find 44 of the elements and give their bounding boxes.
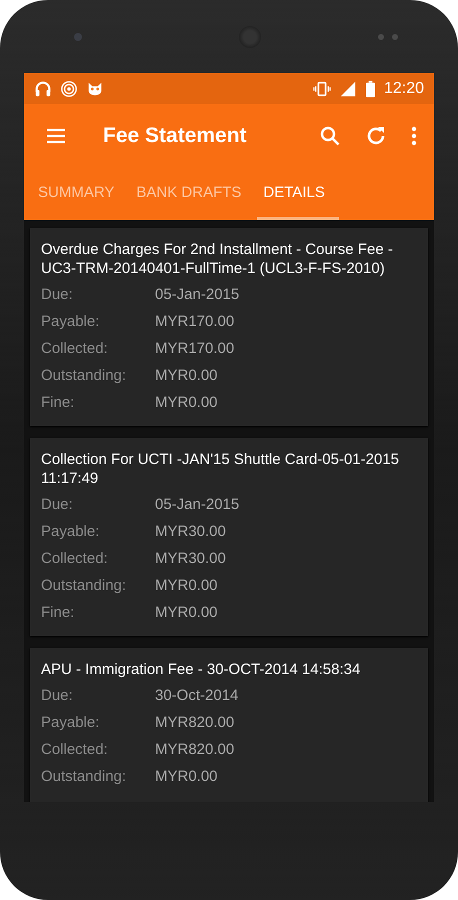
field-value: 05-Jan-2015 (155, 286, 240, 303)
status-time: 12:20 (384, 80, 424, 98)
field-label: Payable: (41, 523, 100, 540)
cat-icon (86, 80, 104, 98)
headphones-icon (34, 80, 52, 98)
field-value: 05-Jan-2015 (155, 496, 240, 513)
field-label: Fine: (41, 604, 76, 621)
camera-icon (74, 32, 82, 40)
field-value: 30-Oct-2014 (155, 687, 238, 704)
field-value: MYR0.00 (155, 768, 218, 785)
field-label: Payable: (41, 313, 100, 330)
sensor-icon (378, 34, 398, 40)
field-label: Due: (41, 286, 74, 303)
fee-title: APU - Immigration Fee - 30-OCT-2014 14:58:34 (41, 660, 362, 679)
field-value: MYR0.00 (155, 577, 218, 594)
field-value: MYR0.00 (155, 604, 218, 621)
field-value: MYR170.00 (155, 340, 234, 357)
field-label: Collected: (41, 550, 109, 567)
field-label: Due: (41, 496, 74, 513)
tab[interactable]: BANK DRAFTS (130, 167, 256, 220)
signal-icon (338, 80, 357, 98)
fee-title: Overdue Charges For 2nd Installment - Course Fee - UC3-TRM-20140401-FullTime-1 (UCL3-F-FS-2010) (41, 240, 394, 278)
field-label: Collected: (41, 741, 109, 758)
hotspot-icon (60, 80, 78, 98)
fee-title: Collection For UCTI -JAN'15 Shuttle Card-05-01-2015 11:17:49 (41, 450, 400, 488)
field-label: Collected: (41, 340, 109, 357)
field-value: MYR30.00 (155, 550, 226, 567)
field-value: MYR820.00 (155, 741, 234, 758)
field-value: MYR170.00 (155, 313, 234, 330)
field-value: MYR0.00 (155, 367, 218, 384)
toolbar-title: Fee Statement (103, 124, 248, 148)
battery-icon (364, 80, 376, 98)
tab[interactable]: DETAILS (257, 167, 339, 220)
field-value: MYR820.00 (155, 714, 234, 731)
field-label: Outstanding: (41, 577, 128, 594)
field-label: Payable: (41, 714, 100, 731)
field-value: MYR30.00 (155, 523, 226, 540)
field-value: MYR0.00 (155, 394, 218, 411)
field-label: Fine: (41, 394, 76, 411)
field-label: Due: (41, 687, 74, 704)
tab[interactable]: SUMMARY (32, 167, 128, 220)
field-label: Outstanding: (41, 768, 128, 785)
field-label: Outstanding: (41, 367, 128, 384)
vibrate-icon (312, 80, 331, 98)
